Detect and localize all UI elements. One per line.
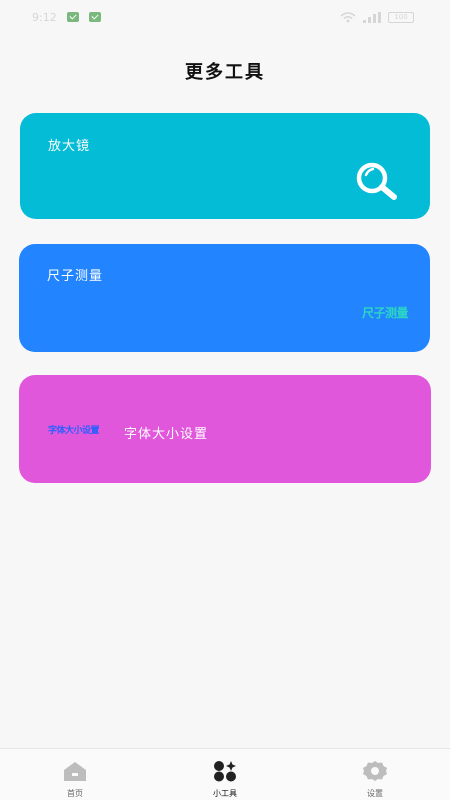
ruler-card-label: 尺子测量 (47, 269, 104, 284)
message-notification-icon (88, 12, 101, 22)
font-size-card-label: 字体大小设置 (124, 427, 209, 442)
ruler-logo: 尺子测量 (361, 306, 409, 320)
message-notification-icon (66, 12, 79, 22)
status-left: 9:12 (32, 11, 101, 24)
battery-icon: 100 (388, 11, 414, 23)
tab-tools-label: 小工具 (213, 789, 237, 798)
tab-tools[interactable]: 小工具 (150, 749, 300, 799)
bottom-tab-bar: 首页 小工具 设置 (0, 748, 450, 800)
status-time: 9:12 (32, 10, 57, 24)
tab-home-label: 首页 (67, 789, 83, 798)
wifi-icon (340, 11, 356, 22)
status-right: 100 (340, 11, 414, 23)
magnifier-card-label: 放大镜 (48, 139, 91, 154)
font-size-card[interactable]: 字体大小设置 字体大小设置 (19, 375, 431, 483)
home-icon (64, 762, 86, 781)
page-title: 更多工具 (185, 62, 265, 83)
tab-settings[interactable]: 设置 (300, 749, 450, 799)
tab-home[interactable]: 首页 (0, 749, 150, 799)
tab-settings-label: 设置 (367, 789, 383, 798)
font-size-logo: 字体大小设置 (48, 426, 100, 436)
tools-icon (214, 761, 236, 782)
signal-icon (363, 11, 381, 23)
status-bar: 9:12 100 (0, 0, 450, 34)
gear-icon (363, 761, 387, 781)
ruler-card[interactable]: 尺子测量 尺子测量 (19, 244, 430, 352)
magnifier-icon (356, 162, 397, 200)
battery-level: 100 (394, 13, 408, 21)
magnifier-card[interactable]: 放大镜 (20, 113, 430, 219)
